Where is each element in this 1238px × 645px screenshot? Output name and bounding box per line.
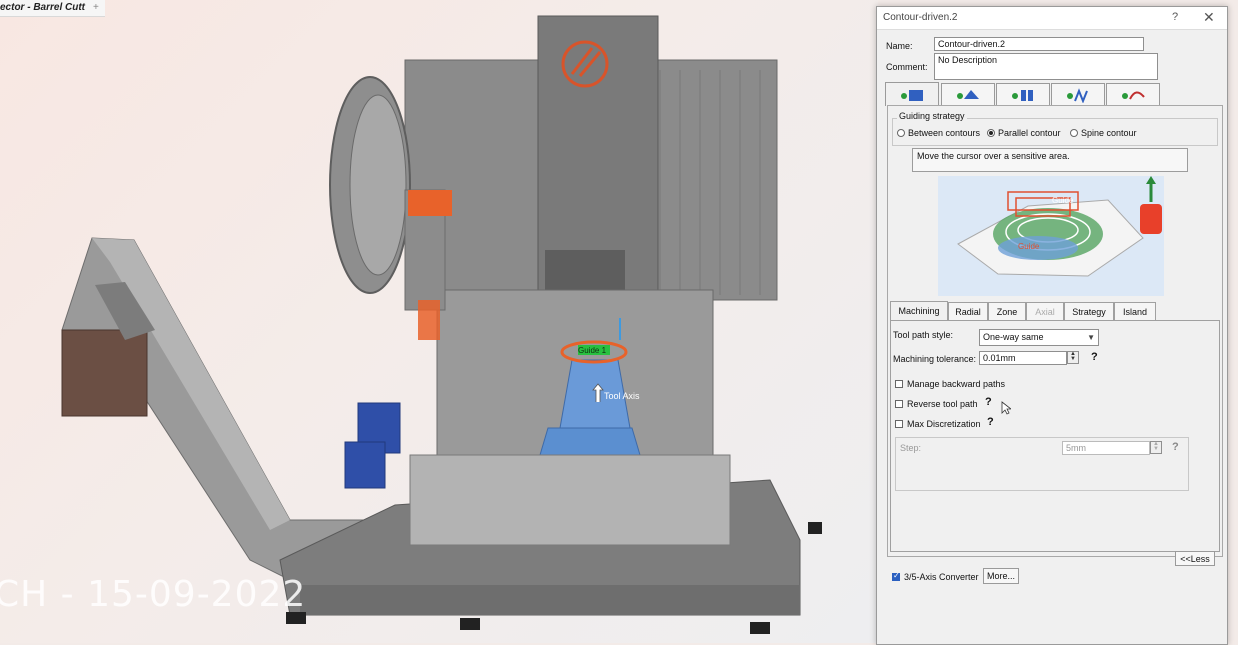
radio-spine-contour[interactable]: Spine contour: [1070, 128, 1137, 138]
close-icon[interactable]: ✕: [1203, 9, 1215, 26]
guiding-strategy-legend: Guiding strategy: [897, 111, 967, 121]
step-help-icon: ?: [1172, 441, 1179, 453]
strategy-tab-icon: [901, 89, 923, 101]
radio-between-contours[interactable]: Between contours: [897, 128, 980, 138]
dialog-title: Contour-driven.2: [883, 12, 958, 23]
help-icon[interactable]: ?: [1172, 11, 1178, 23]
hint-text: Move the cursor over a sensitive area.: [912, 148, 1188, 172]
tab-island[interactable]: Island: [1114, 302, 1156, 320]
mouse-cursor-icon: [1001, 401, 1011, 415]
machining-panel: Tool path style: One-way same ▼ Machinin…: [890, 320, 1220, 552]
tab-strategy[interactable]: Strategy: [1064, 302, 1114, 320]
tool-axis-callout: Tool Axis: [604, 391, 640, 401]
comment-label: Comment:: [886, 62, 928, 72]
name-field[interactable]: Contour-driven.2: [934, 37, 1144, 51]
tool-tab-icon: [1012, 89, 1033, 101]
checkbox-box: [895, 420, 903, 428]
conveyor-bin: [61, 329, 148, 417]
dialog-titlebar[interactable]: Contour-driven.2 ? ✕: [877, 7, 1227, 30]
feeds-speeds-tab[interactable]: [1051, 83, 1105, 105]
preview-illustration: [957, 176, 1162, 277]
document-tab-label: ector - Barrel Cutt: [0, 2, 86, 13]
spindle-head: [537, 15, 659, 291]
more-button[interactable]: More...: [983, 568, 1019, 584]
strategy-panel: Guiding strategy Between contours Parall…: [887, 105, 1223, 557]
geometry-tab-icon: [957, 89, 979, 99]
tab-zone[interactable]: Zone: [988, 302, 1026, 320]
checkbox-box: [895, 400, 903, 408]
macros-tab[interactable]: [1106, 83, 1160, 105]
name-label: Name:: [886, 41, 913, 51]
discretization-help-icon[interactable]: ?: [987, 416, 994, 428]
tool-path-style-select[interactable]: One-way same ▼: [979, 329, 1099, 346]
contour-driven-dialog[interactable]: Contour-driven.2 ? ✕ Name: Contour-drive…: [876, 6, 1228, 645]
macros-tab-icon: [1122, 91, 1145, 99]
reverse-help-icon[interactable]: ?: [985, 396, 992, 408]
preview-guide-label: Guide: [1052, 196, 1074, 205]
radio-parallel-contour[interactable]: Parallel contour: [987, 128, 1061, 138]
tab-radial[interactable]: Radial: [948, 302, 988, 320]
checkbox-box-checked: [892, 571, 900, 581]
tool-changer-arm: [408, 190, 452, 216]
trunnion-table: [539, 427, 641, 456]
preview-contour-label: Guide: [1018, 242, 1040, 251]
document-tab[interactable]: ector - Barrel Cutt +: [0, 0, 105, 17]
tab-machining[interactable]: Machining: [890, 301, 948, 321]
radio-label: Between contours: [908, 128, 981, 138]
comment-field[interactable]: No Description: [934, 53, 1158, 80]
tab-axial: Axial: [1026, 302, 1064, 320]
date-watermark: CH - 15-09-2022: [0, 574, 307, 615]
checkbox-label: Manage backward paths: [907, 379, 1006, 389]
tolerance-help-icon[interactable]: ?: [1091, 351, 1098, 363]
checkbox-label: Max Discretization: [907, 419, 981, 429]
reverse-tool-path-checkbox[interactable]: Reverse tool path: [895, 399, 978, 409]
tool-path-style-label: Tool path style:: [893, 330, 954, 340]
less-button[interactable]: <<Less: [1175, 551, 1215, 566]
guide-callout: Guide 1: [578, 346, 607, 355]
step-label: Step:: [900, 443, 922, 453]
radio-dot: [1070, 129, 1078, 137]
radio-label: Parallel contour: [998, 128, 1061, 138]
checkbox-label: 3/5-Axis Converter: [904, 572, 979, 582]
geometry-tab[interactable]: [941, 83, 995, 105]
machine-scene[interactable]: [0, 0, 878, 643]
3d-viewport[interactable]: ector - Barrel Cutt + Guide 1 Tool Axis C…: [0, 0, 878, 643]
radio-label: Spine contour: [1081, 128, 1137, 138]
checkbox-label: Reverse tool path: [907, 399, 978, 409]
feeds-speeds-tab-icon: [1067, 87, 1088, 103]
tool-tab[interactable]: [996, 83, 1050, 105]
radio-dot-selected: [987, 129, 995, 137]
guiding-strategy-group: Guiding strategy Between contours Parall…: [892, 111, 1218, 146]
chevron-down-icon: ▼: [1087, 333, 1095, 342]
tolerance-spinner[interactable]: ▲ ▼: [1067, 351, 1079, 364]
step-input: 5mm: [1062, 441, 1150, 455]
strategy-preview-image[interactable]: Guide Guide: [938, 176, 1164, 296]
axis-converter-checkbox[interactable]: 3/5-Axis Converter: [892, 571, 979, 582]
max-discretization-checkbox[interactable]: Max Discretization: [895, 419, 981, 429]
checkbox-box: [895, 380, 903, 388]
manage-backward-paths-checkbox[interactable]: Manage backward paths: [895, 379, 1005, 389]
machining-tolerance-label: Machining tolerance:: [893, 354, 977, 364]
radio-dot: [897, 129, 905, 137]
machining-tolerance-input[interactable]: 0.01mm: [979, 351, 1067, 365]
new-tab-plus-icon[interactable]: +: [93, 2, 99, 13]
step-group: Step: 5mm ▲ ▼ ?: [895, 437, 1189, 491]
step-spinner: ▲ ▼: [1150, 441, 1162, 454]
tool-path-style-value: One-way same: [983, 332, 1044, 342]
strategy-tab[interactable]: [885, 82, 939, 106]
